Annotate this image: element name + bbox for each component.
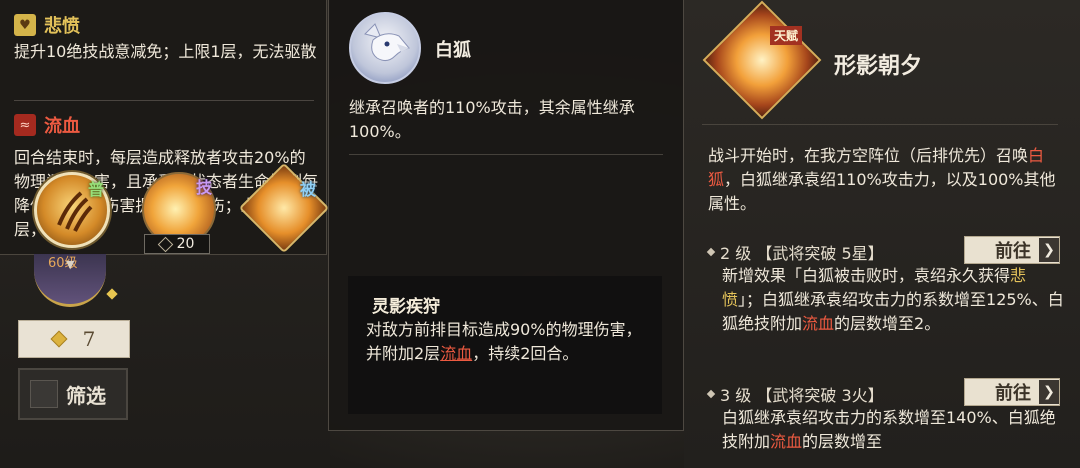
goto-button[interactable]: 前往 ❯ (964, 236, 1060, 264)
grief-buff-icon: ♥ (14, 14, 36, 36)
talent-desc-text: 战斗开始时，在我方空阵位（后排优先）召唤 (708, 146, 1029, 165)
talent-description: 战斗开始时，在我方空阵位（后排优先）召唤白狐，白狐继承袁绍110%攻击力，以及1… (708, 144, 1068, 216)
filter-checkbox[interactable] (30, 380, 58, 408)
bleed-keyword: 流血 (770, 432, 803, 451)
fox-head-icon (364, 23, 410, 62)
divider (702, 124, 1058, 125)
filter-label: 筛选 (66, 383, 106, 408)
skill-detail-box: 灵影疾狩 对敌方前排目标造成90%的物理伤害，并附加2层流血，持续2回合。 (348, 276, 662, 414)
level-desc-text: 的层数增至 (802, 432, 883, 451)
cooldown-value: 20 (176, 236, 195, 252)
diamond-icon (50, 330, 68, 348)
summon-description: 继承召唤者的110%攻击，其余属性继承100%。 (349, 98, 635, 141)
normal-tag: 普 (88, 180, 105, 199)
white-fox-avatar (349, 12, 421, 84)
buff-header-grief: ♥ 悲愤 (14, 12, 80, 38)
talent-name: 形影朝夕 (834, 54, 923, 79)
buff-description: 提升10绝技战意减免；上限1层，无法驱散 (14, 42, 317, 61)
bullet-icon (706, 389, 716, 399)
cooldown-icon (157, 236, 173, 252)
coin-counter: 7 (18, 320, 130, 358)
selected-indicator-icon: ▼ (66, 258, 75, 271)
coin-value: 7 (82, 327, 96, 351)
bullet-icon (706, 247, 716, 257)
talent-level-3: 3 级 【武将突破 3火】 (706, 382, 884, 406)
skill-cooldown: 20 (144, 234, 210, 254)
buff-name: 悲愤 (44, 16, 80, 37)
summon-name: 白狐 (435, 40, 471, 61)
chevron-right-icon: ❯ (1039, 380, 1059, 404)
bleed-keyword: 流血 (802, 314, 835, 333)
bleed-debuff-icon: ≈ (14, 114, 36, 136)
goto-label: 前往 (995, 241, 1031, 262)
divider (349, 154, 663, 155)
buff-name: 流血 (44, 116, 80, 137)
level-description: 新增效果「白狐被击败时，袁绍永久获得悲愤」；白狐继承袁绍攻击力的系数增至125%… (722, 264, 1066, 336)
talent-level-2: 2 级 【武将突破 5星】 (706, 240, 884, 264)
filter-button[interactable]: 筛选 (18, 368, 128, 420)
talent-badge: 天赋 (770, 26, 803, 45)
talent-desc-text: ，白狐继承袁绍110%攻击力，以及100%其他属性。 (708, 170, 1056, 213)
skill-name: 灵影疾狩 (372, 297, 440, 317)
level-label: 2 级 【武将突破 5星】 (720, 244, 884, 263)
divider (14, 100, 314, 101)
level-desc-text: 的层数增至2。 (834, 314, 941, 333)
chevron-right-icon: ❯ (1039, 238, 1059, 262)
level-description: 白狐继承袁绍攻击力的系数增至140%、白狐绝技附加流血的层数增至 (722, 406, 1066, 454)
goto-label: 前往 (995, 383, 1031, 404)
level-label: 3 级 【武将突破 3火】 (720, 386, 884, 405)
level-desc-text: 新增效果「白狐被击败时，袁绍永久获得 (722, 266, 1011, 285)
bleed-keyword-link[interactable]: 流血 (440, 344, 472, 363)
buff-header-bleed: ≈ 流血 (14, 112, 80, 138)
skill-description: 对敌方前排目标造成90%的物理伤害，并附加2层流血，持续2回合。 (366, 318, 656, 366)
skill-desc-text: ，持续2回合。 (472, 344, 579, 363)
goto-button[interactable]: 前往 ❯ (964, 378, 1060, 406)
skill-tag: 技 (196, 178, 213, 197)
passive-tag: 被 (300, 180, 317, 199)
